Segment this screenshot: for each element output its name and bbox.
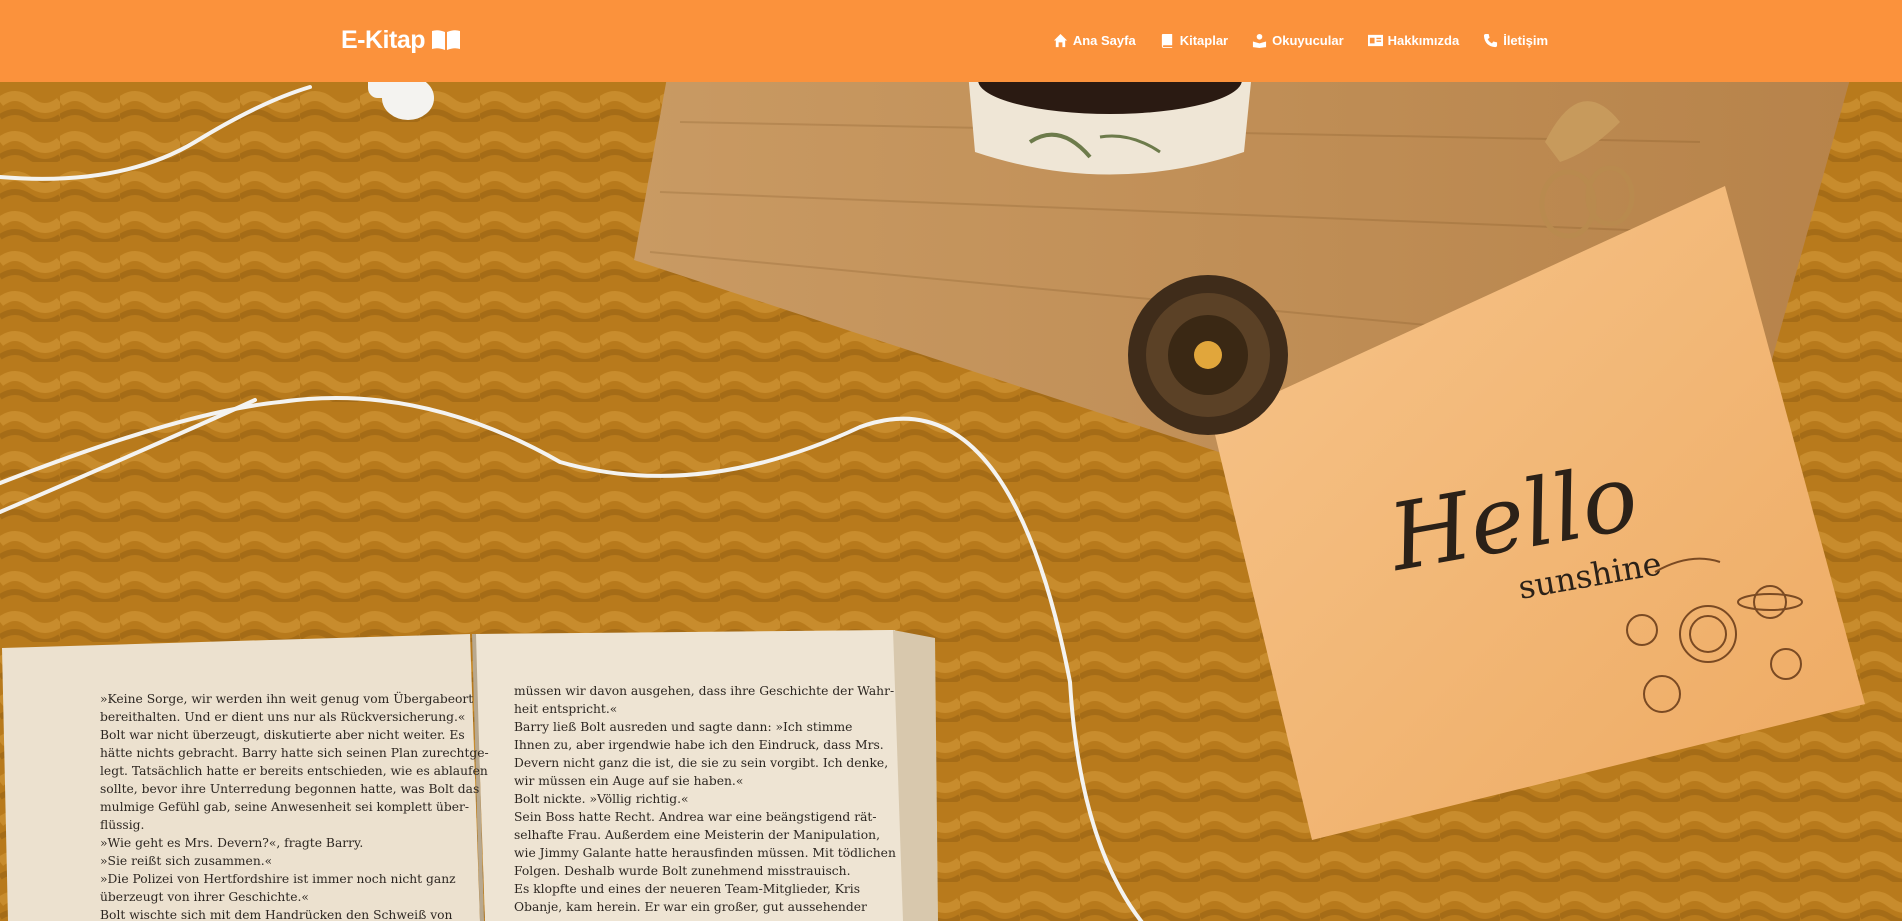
nav-item-label: İletişim bbox=[1503, 32, 1548, 48]
book-icon bbox=[1161, 33, 1172, 48]
svg-text:Folgen. Deshalb wurde Bolt zun: Folgen. Deshalb wurde Bolt zunehmend mis… bbox=[514, 864, 851, 878]
svg-text:»Keine Sorge, wir werden ihn w: »Keine Sorge, wir werden ihn weit genug … bbox=[100, 690, 473, 706]
svg-text:Obanje, kam herein. Er war ein: Obanje, kam herein. Er war ein großer, g… bbox=[514, 900, 867, 914]
hero-banner: Hello sunshine »Keine Sorge, wir werden … bbox=[0, 82, 1902, 921]
svg-text:sollte, bevor ihre Unterredung: sollte, bevor ihre Unterredung begonnen … bbox=[100, 782, 479, 796]
nav-item-about[interactable]: Hakkımızda bbox=[1367, 32, 1460, 48]
svg-text:bereithalten. Und er dient uns: bereithalten. Und er dient uns nur als R… bbox=[100, 710, 465, 724]
nav-item-home[interactable]: Ana Sayfa bbox=[1053, 33, 1136, 48]
nav-item-readers[interactable]: Okuyucular bbox=[1252, 33, 1344, 48]
svg-text:wir müssen ein Auge auf sie ha: wir müssen ein Auge auf sie haben.« bbox=[514, 774, 743, 788]
svg-text:flüssig.: flüssig. bbox=[100, 818, 144, 832]
brand-link[interactable]: E-Kitap bbox=[341, 22, 461, 58]
svg-text:müssen wir davon ausgehen, das: müssen wir davon ausgehen, dass ihre Ges… bbox=[514, 684, 894, 698]
svg-text:Barry ließ Bolt ausreden und s: Barry ließ Bolt ausreden und sagte dann:… bbox=[514, 720, 852, 734]
main-nav: Ana Sayfa Kitaplar Okuyucular Hakkımızda… bbox=[1053, 28, 1548, 52]
svg-text:»Die Polizei von Hertfordshire: »Die Polizei von Hertfordshire ist immer… bbox=[100, 872, 456, 886]
hero-background-photo: Hello sunshine »Keine Sorge, wir werden … bbox=[0, 82, 1902, 921]
svg-text:Sein Boss hatte Recht. Andrea: Sein Boss hatte Recht. Andrea war eine b… bbox=[514, 810, 877, 824]
nav-item-contact[interactable]: İletişim bbox=[1483, 33, 1548, 48]
brand-name: E-Kitap bbox=[341, 25, 426, 54]
nav-item-books[interactable]: Kitaplar bbox=[1160, 33, 1228, 48]
coffee-cup bbox=[968, 82, 1251, 175]
svg-text:»Sie reißt sich zusammen.«: »Sie reißt sich zusammen.« bbox=[100, 854, 272, 868]
vintage-brooch bbox=[1128, 275, 1288, 435]
svg-text:Bolt nickte. »Völlig richtig.«: Bolt nickte. »Völlig richtig.« bbox=[514, 792, 689, 806]
open-book-icon bbox=[432, 30, 460, 50]
nav-item-label: Ana Sayfa bbox=[1072, 32, 1136, 48]
id-card-icon bbox=[1367, 34, 1383, 46]
navbar: E-Kitap Ana Sayfa Kitaplar Okuyucular Ha… bbox=[0, 0, 1902, 82]
svg-text:wie Jimmy Galante hatte heraus: wie Jimmy Galante hatte herausfinden müs… bbox=[514, 846, 896, 860]
nav-item-label: Okuyucular bbox=[1272, 32, 1344, 48]
svg-text:legt. Tatsächlich hatte er ber: legt. Tatsächlich hatte er bereits entsc… bbox=[100, 764, 488, 778]
nav-item-label: Kitaplar bbox=[1179, 32, 1229, 48]
phone-icon bbox=[1484, 33, 1498, 47]
svg-text:hätte nichts gebracht. Barry h: hätte nichts gebracht. Barry hatte sich … bbox=[100, 746, 489, 760]
readers-icon bbox=[1253, 33, 1267, 48]
svg-text:Ihnen zu, aber irgendwie habe: Ihnen zu, aber irgendwie habe ich den Ei… bbox=[514, 738, 884, 752]
nav-item-label: Hakkımızda bbox=[1387, 32, 1460, 48]
svg-text:mulmige Gefühl gab, seine Anwe: mulmige Gefühl gab, seine Anwesenheit se… bbox=[100, 800, 469, 814]
svg-text:Bolt wischte sich mit dem Hand: Bolt wischte sich mit dem Handrücken den… bbox=[100, 908, 453, 921]
svg-text:Es klopfte und eines der neuer: Es klopfte und eines der neueren Team-Mi… bbox=[514, 882, 860, 896]
svg-text:überzeugt von ihrer Geschichte: überzeugt von ihrer Geschichte.« bbox=[100, 890, 309, 904]
svg-text:Bolt war nicht überzeugt, disk: Bolt war nicht überzeugt, diskutierte ab… bbox=[100, 728, 465, 742]
home-icon bbox=[1053, 33, 1067, 47]
svg-text:heit entspricht.«: heit entspricht.« bbox=[514, 702, 617, 716]
svg-text:Devern nicht ganz die ist, die: Devern nicht ganz die ist, die sie zu se… bbox=[514, 756, 888, 770]
svg-text:selhafte Frau. Außerdem eine M: selhafte Frau. Außerdem eine Meisterin d… bbox=[514, 828, 880, 842]
svg-text:»Wie geht es Mrs. Devern?«, fr: »Wie geht es Mrs. Devern?«, fragte Barry… bbox=[100, 836, 363, 850]
